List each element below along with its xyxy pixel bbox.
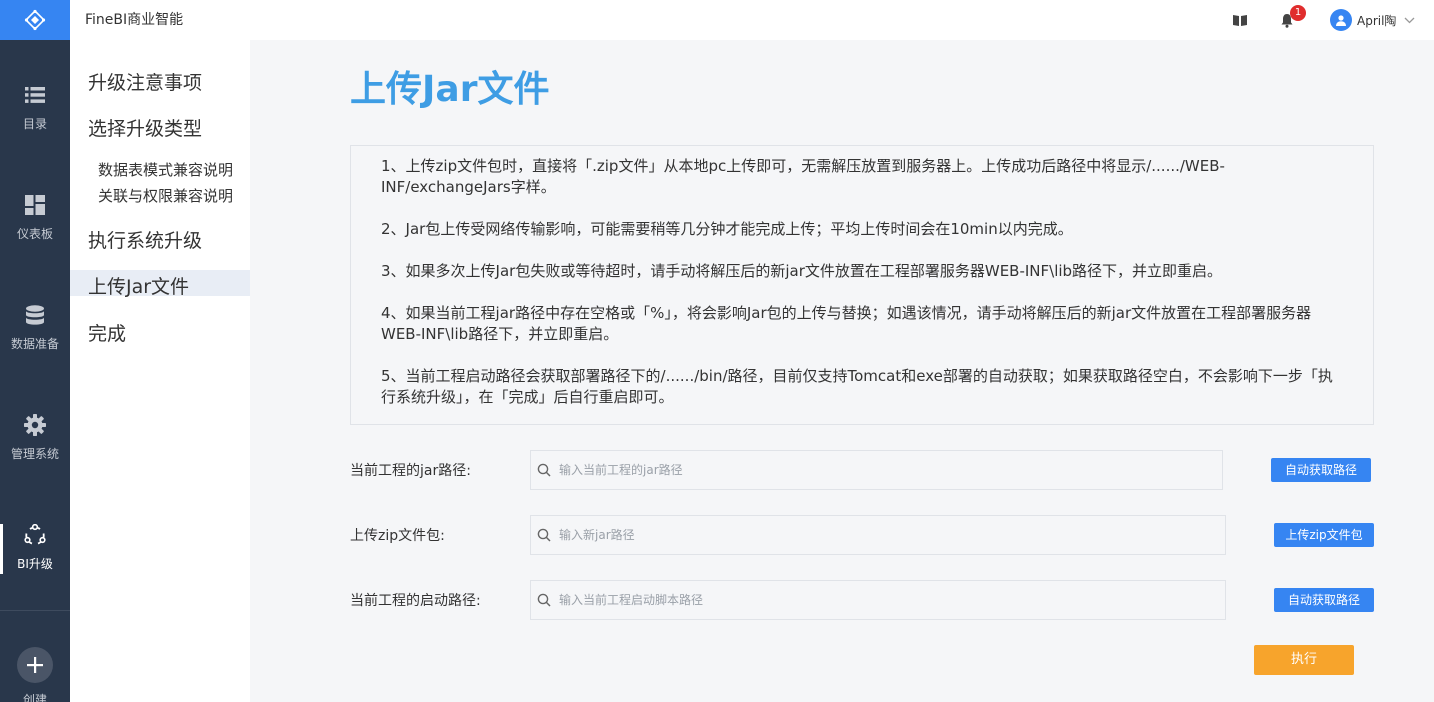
substep-table-mode-compat[interactable]: 数据表模式兼容说明 bbox=[98, 159, 233, 180]
step-upgrade-notes[interactable]: 升级注意事项 bbox=[88, 68, 202, 95]
user-name: April陶 bbox=[1357, 13, 1397, 28]
logo-icon bbox=[24, 9, 46, 31]
upgrade-steps-sidebar: 升级注意事项 选择升级类型 数据表模式兼容说明 关联与权限兼容说明 执行系统升级… bbox=[70, 40, 250, 702]
nav-item-data-prep[interactable]: 数据准备 bbox=[0, 260, 70, 370]
zip-upload-label: 上传zip文件包: bbox=[350, 528, 445, 544]
nav-divider bbox=[0, 610, 70, 611]
avatar bbox=[1330, 9, 1352, 31]
notification-badge: 1 bbox=[1290, 5, 1306, 21]
step-upload-jar[interactable]: 上传Jar文件 bbox=[88, 272, 189, 299]
nav-label: 目录 bbox=[22, 117, 47, 131]
upload-notes-panel: 1、上传zip文件包时，直接将「.zip文件」从本地pc上传即可，无需解压放置到… bbox=[350, 145, 1374, 425]
upload-zip-button[interactable]: 上传zip文件包 bbox=[1274, 523, 1374, 547]
jar-path-field[interactable] bbox=[530, 450, 1223, 490]
search-icon bbox=[537, 593, 551, 607]
upgrade-icon bbox=[24, 524, 46, 546]
startup-path-label: 当前工程的启动路径: bbox=[350, 593, 481, 609]
auto-get-startup-path-button[interactable]: 自动获取路径 bbox=[1274, 588, 1374, 612]
plus-icon bbox=[27, 657, 43, 673]
app-title: FineBI商业智能 bbox=[85, 12, 184, 28]
nav-label: BI升级 bbox=[17, 557, 53, 571]
search-icon bbox=[537, 528, 551, 542]
help-book-icon[interactable] bbox=[1231, 11, 1249, 29]
top-bar: FineBI商业智能 1 April陶 bbox=[0, 0, 1434, 40]
nav-label: 仪表板 bbox=[16, 227, 53, 241]
user-menu[interactable]: April陶 bbox=[1330, 9, 1415, 31]
startup-path-input[interactable] bbox=[559, 593, 1159, 607]
step-complete[interactable]: 完成 bbox=[88, 319, 126, 346]
zip-upload-field[interactable] bbox=[530, 515, 1226, 555]
left-nav: 目录 仪表板 数据准备 管理系统 BI升级 创建 bbox=[0, 40, 70, 702]
jar-path-label: 当前工程的jar路径: bbox=[350, 463, 471, 479]
create-label: 创建 bbox=[22, 693, 47, 702]
page-title: 上传Jar文件 bbox=[350, 69, 550, 110]
execute-button[interactable]: 执行 bbox=[1254, 645, 1354, 675]
nav-label: 管理系统 bbox=[10, 447, 59, 461]
app-logo[interactable] bbox=[0, 0, 70, 40]
note-item: 4、如果当前工程jar路径中存在空格或「%」，将会影响Jar包的上传与替换；如遇… bbox=[381, 304, 1312, 343]
nav-item-catalog[interactable]: 目录 bbox=[0, 40, 70, 150]
startup-path-field[interactable] bbox=[530, 580, 1226, 620]
gear-icon bbox=[24, 414, 46, 436]
list-icon bbox=[24, 84, 46, 106]
substep-relation-permission-compat[interactable]: 关联与权限兼容说明 bbox=[98, 185, 233, 206]
search-icon bbox=[537, 463, 551, 477]
zip-upload-input[interactable] bbox=[559, 528, 1159, 542]
nav-item-bi-upgrade[interactable]: BI升级 bbox=[0, 480, 70, 590]
note-item: 5、当前工程启动路径会获取部署路径下的/....../bin/路径，目前仅支持T… bbox=[381, 367, 1333, 406]
step-execute-upgrade[interactable]: 执行系统升级 bbox=[88, 226, 202, 253]
chevron-down-icon bbox=[1404, 17, 1415, 23]
nav-item-dashboard[interactable]: 仪表板 bbox=[0, 150, 70, 260]
user-icon bbox=[1336, 15, 1346, 26]
nav-label: 数据准备 bbox=[10, 337, 59, 351]
step-select-upgrade-type[interactable]: 选择升级类型 bbox=[88, 114, 202, 141]
note-item: 1、上传zip文件包时，直接将「.zip文件」从本地pc上传即可，无需解压放置到… bbox=[381, 157, 1225, 196]
database-icon bbox=[24, 304, 46, 326]
nav-item-admin[interactable]: 管理系统 bbox=[0, 370, 70, 480]
auto-get-jar-path-button[interactable]: 自动获取路径 bbox=[1271, 458, 1371, 482]
jar-path-input[interactable] bbox=[559, 463, 1159, 477]
note-item: 3、如果多次上传Jar包失败或等待超时，请手动将解压后的新jar文件放置在工程部… bbox=[381, 262, 1223, 280]
create-button[interactable] bbox=[17, 647, 53, 683]
dashboard-icon bbox=[24, 194, 46, 216]
note-item: 2、Jar包上传受网络传输影响，可能需要稍等几分钟才能完成上传；平均上传时间会在… bbox=[381, 220, 1073, 238]
